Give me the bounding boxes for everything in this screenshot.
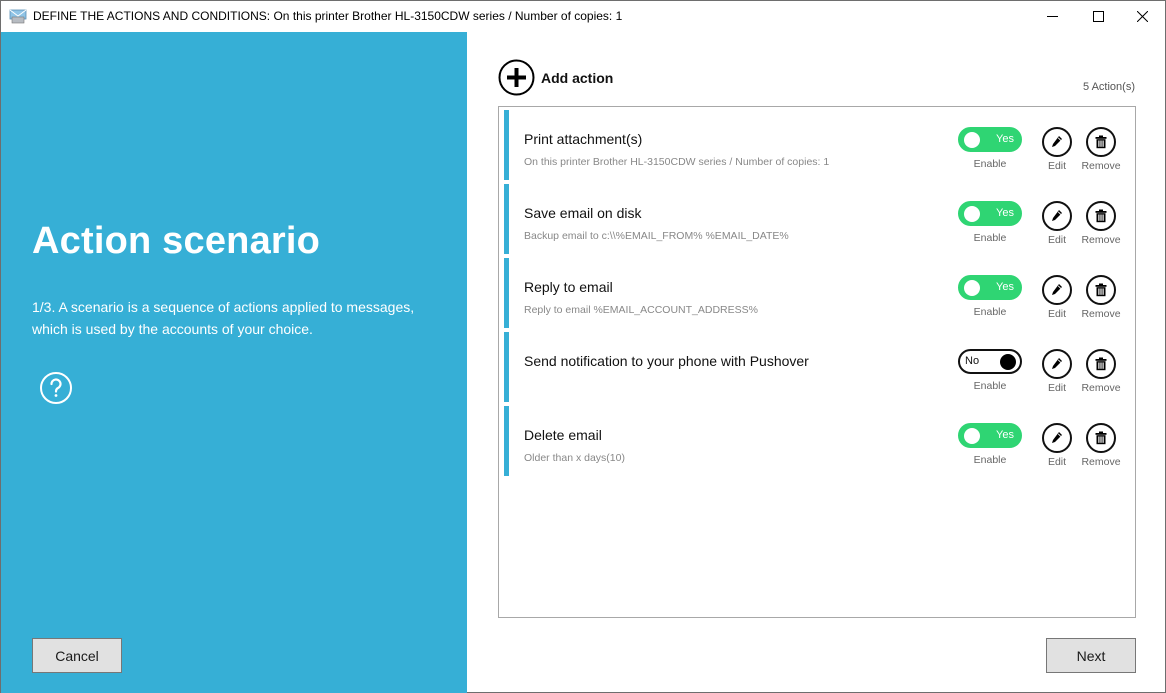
- close-icon: [1136, 11, 1148, 22]
- dialog-window: DEFINE THE ACTIONS AND CONDITIONS: On th…: [0, 0, 1166, 693]
- toggle-knob: [964, 206, 980, 222]
- edit-button[interactable]: [1042, 349, 1072, 379]
- pencil-icon: [1052, 136, 1062, 147]
- remove-button[interactable]: [1086, 275, 1116, 305]
- mail-printer-icon: [9, 9, 27, 24]
- action-row-2: Save email on disk Backup email to c:\\%…: [504, 184, 1130, 254]
- enable-toggle[interactable]: Yes: [958, 127, 1022, 152]
- enable-toggle[interactable]: Yes: [958, 423, 1022, 448]
- action-title: Save email on disk: [524, 205, 642, 221]
- trash-icon: [1095, 283, 1107, 297]
- remove-caption: Remove: [1081, 382, 1121, 394]
- toggle-label: Yes: [996, 207, 1014, 219]
- action-row-1: Print attachment(s) On this printer Brot…: [504, 110, 1130, 180]
- toggle-label: Yes: [996, 429, 1014, 441]
- enable-toggle[interactable]: No: [958, 349, 1022, 374]
- enable-toggle[interactable]: Yes: [958, 275, 1022, 300]
- maximize-icon: [1092, 11, 1104, 22]
- row-accent-bar: [504, 406, 509, 476]
- trash-icon: [1095, 209, 1107, 223]
- action-title: Print attachment(s): [524, 131, 643, 147]
- edit-caption: Edit: [1047, 308, 1067, 320]
- remove-caption: Remove: [1081, 308, 1121, 320]
- toggle-knob: [1000, 354, 1016, 370]
- edit-caption: Edit: [1047, 456, 1067, 468]
- step-description: 1/3. A scenario is a sequence of actions…: [32, 299, 415, 337]
- trash-icon: [1095, 431, 1107, 445]
- pencil-icon: [1052, 358, 1062, 369]
- enable-caption: Enable: [973, 306, 1007, 318]
- action-count: 5 Action(s): [1083, 81, 1135, 93]
- edit-button[interactable]: [1042, 201, 1072, 231]
- edit-caption: Edit: [1047, 382, 1067, 394]
- enable-caption: Enable: [973, 380, 1007, 392]
- row-accent-bar: [504, 258, 509, 328]
- question-circle-icon[interactable]: [39, 371, 73, 405]
- row-accent-bar: [504, 110, 509, 180]
- remove-caption: Remove: [1081, 456, 1121, 468]
- enable-caption: Enable: [973, 232, 1007, 244]
- edit-caption: Edit: [1047, 234, 1067, 246]
- toggle-knob: [964, 132, 980, 148]
- action-row-4: Send notification to your phone with Pus…: [504, 332, 1130, 402]
- action-row-3: Reply to email Reply to email %EMAIL_ACC…: [504, 258, 1130, 328]
- edit-caption: Edit: [1047, 160, 1067, 172]
- action-subtitle: Older than x days(10): [524, 452, 625, 464]
- action-list: Print attachment(s) On this printer Brot…: [498, 106, 1136, 618]
- remove-caption: Remove: [1081, 160, 1121, 172]
- remove-button[interactable]: [1086, 201, 1116, 231]
- row-accent-bar: [504, 332, 509, 402]
- cancel-button[interactable]: Cancel: [32, 638, 122, 673]
- plus-circle-icon: [498, 59, 535, 96]
- minimize-icon: [1046, 16, 1058, 17]
- action-title: Reply to email: [524, 279, 613, 295]
- minimize-button[interactable]: [1029, 1, 1075, 32]
- action-title: Delete email: [524, 427, 602, 443]
- edit-button[interactable]: [1042, 423, 1072, 453]
- title-bar: DEFINE THE ACTIONS AND CONDITIONS: On th…: [1, 1, 1165, 32]
- pencil-icon: [1052, 210, 1062, 221]
- add-action-label: Add action: [541, 69, 614, 86]
- toggle-label: Yes: [996, 281, 1014, 293]
- action-subtitle: Backup email to c:\\%EMAIL_FROM% %EMAIL_…: [524, 230, 789, 242]
- pencil-icon: [1052, 432, 1062, 443]
- action-title: Send notification to your phone with Pus…: [524, 353, 809, 369]
- toggle-label: No: [965, 355, 980, 367]
- toggle-knob: [964, 280, 980, 296]
- enable-caption: Enable: [973, 158, 1007, 170]
- edit-button[interactable]: [1042, 275, 1072, 305]
- page-title: Action scenario: [32, 220, 321, 262]
- add-action-button[interactable]: Add action: [498, 59, 613, 96]
- maximize-button[interactable]: [1075, 1, 1121, 32]
- action-row-5: Delete email Older than x days(10) Yes E…: [504, 406, 1130, 476]
- enable-toggle[interactable]: Yes: [958, 201, 1022, 226]
- toggle-label: Yes: [996, 133, 1014, 145]
- enable-caption: Enable: [973, 454, 1007, 466]
- remove-caption: Remove: [1081, 234, 1121, 246]
- pencil-icon: [1052, 284, 1062, 295]
- row-accent-bar: [504, 184, 509, 254]
- close-button[interactable]: [1119, 1, 1165, 32]
- trash-icon: [1095, 135, 1107, 149]
- remove-button[interactable]: [1086, 423, 1116, 453]
- remove-button[interactable]: [1086, 349, 1116, 379]
- toggle-knob: [964, 428, 980, 444]
- window-title: DEFINE THE ACTIONS AND CONDITIONS: On th…: [33, 9, 623, 23]
- action-subtitle: Reply to email %EMAIL_ACCOUNT_ADDRESS%: [524, 304, 758, 316]
- left-panel: Action scenario 1/3. A scenario is a seq…: [1, 32, 467, 693]
- trash-icon: [1095, 357, 1107, 371]
- action-subtitle: On this printer Brother HL-3150CDW serie…: [524, 156, 830, 168]
- edit-button[interactable]: [1042, 127, 1072, 157]
- next-button[interactable]: Next: [1046, 638, 1136, 673]
- remove-button[interactable]: [1086, 127, 1116, 157]
